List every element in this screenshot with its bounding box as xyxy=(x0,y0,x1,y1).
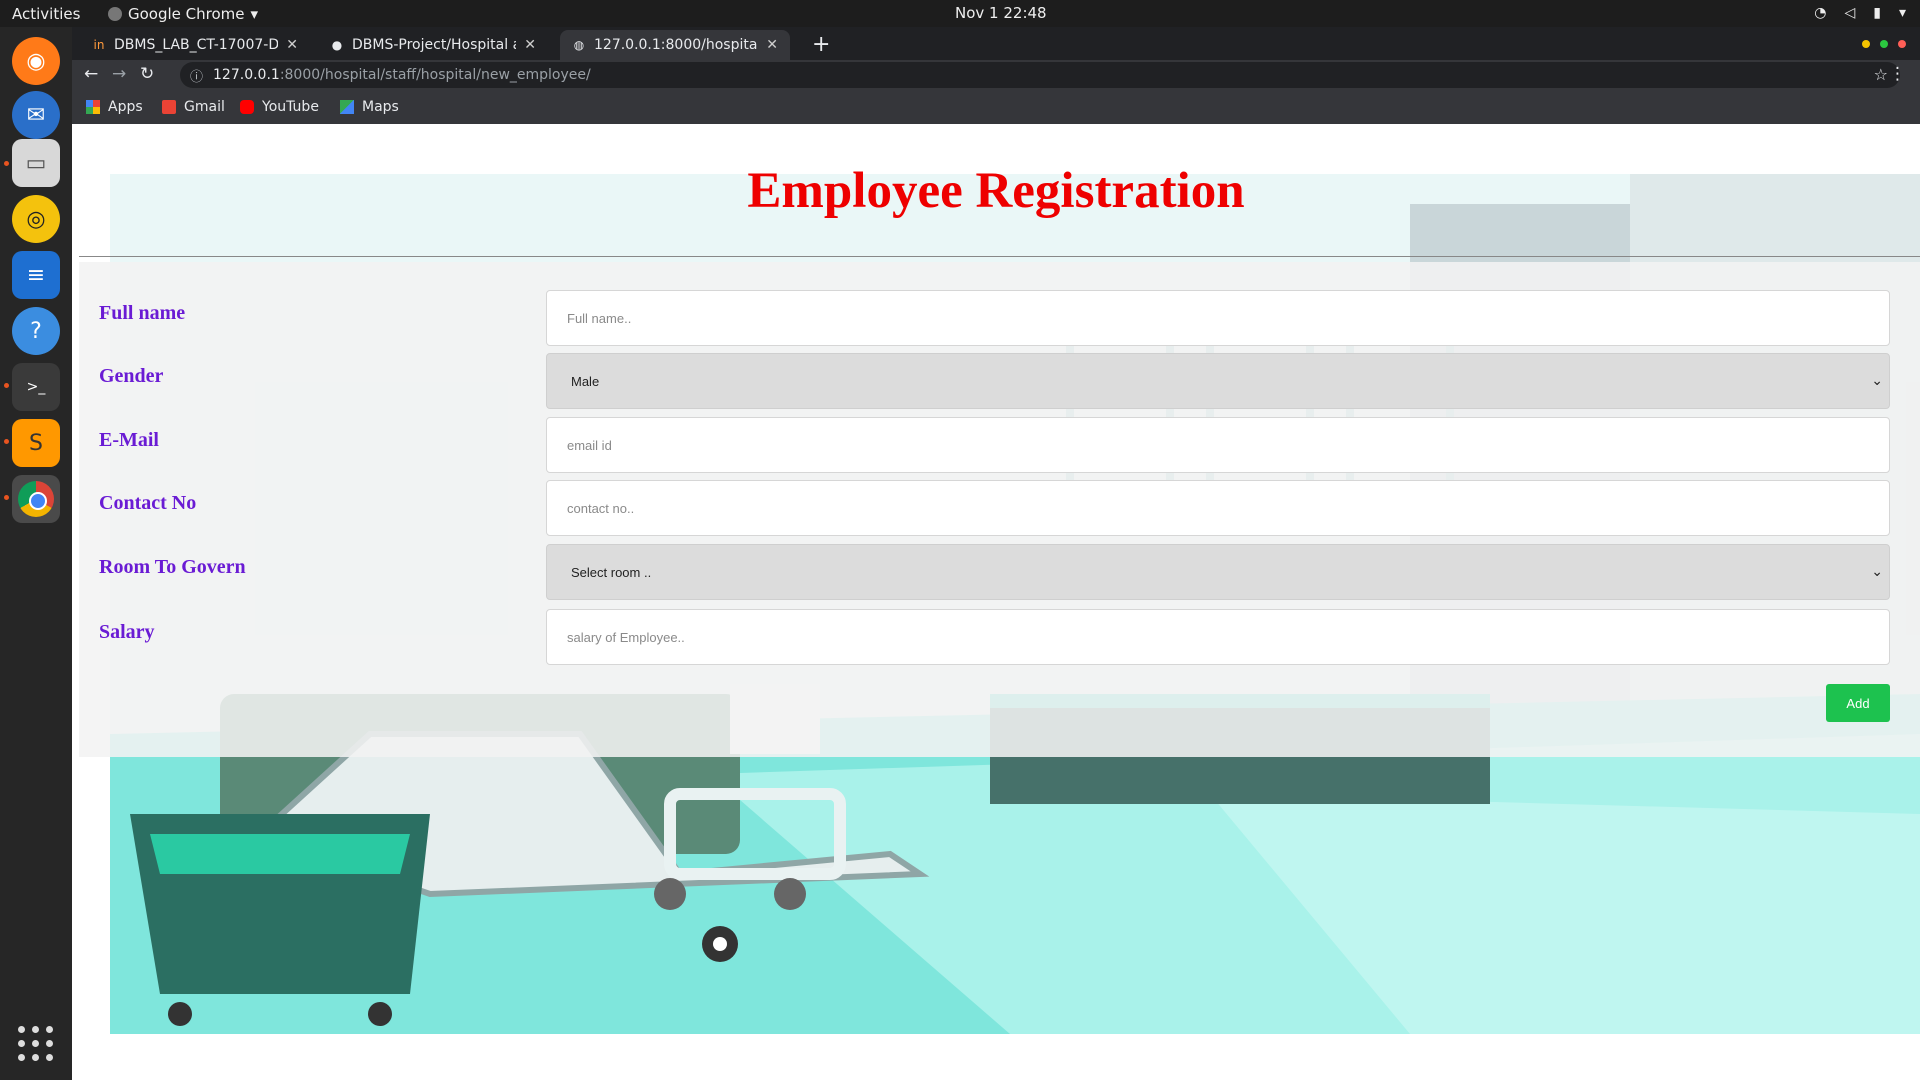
form-row-gender: Gender Male ⌄ xyxy=(79,353,1920,409)
close-icon[interactable]: ✕ xyxy=(286,37,298,53)
caret-down-icon: ▾ xyxy=(250,5,259,23)
full-name-input[interactable] xyxy=(546,290,1890,346)
tab-dbms-lab[interactable]: in DBMS_LAB_CT-17007-DIV ✕ xyxy=(80,30,310,60)
forward-arrow-icon[interactable]: → xyxy=(112,64,126,84)
gender-selected-value: Male xyxy=(571,373,600,389)
wifi-icon: ◔ xyxy=(1814,5,1827,21)
salary-input[interactable] xyxy=(546,609,1890,665)
system-tray[interactable]: ◔ ◁ ▮ ▾ xyxy=(1814,5,1906,21)
bookmark-label: Maps xyxy=(362,99,399,115)
bookmark-maps[interactable]: Maps xyxy=(340,99,399,115)
close-window-button[interactable] xyxy=(1898,40,1906,48)
form-row-room: Room To Govern Select room .. ⌄ xyxy=(79,544,1920,600)
show-applications-icon[interactable] xyxy=(18,1026,54,1062)
reload-icon[interactable]: ↻ xyxy=(140,64,154,84)
app-name: Google Chrome xyxy=(128,5,245,23)
youtube-icon xyxy=(240,100,254,114)
volume-icon: ◁ xyxy=(1844,5,1856,21)
room-label: Room To Govern xyxy=(99,556,246,578)
writer-icon[interactable]: ≡ xyxy=(12,251,60,299)
bookmark-gmail[interactable]: Gmail xyxy=(162,99,225,115)
page-title: Employee Registration xyxy=(747,163,1245,219)
url-host: 127.0.0.1 xyxy=(213,67,280,83)
sublime-text-icon[interactable]: S xyxy=(12,419,60,467)
bookmark-label: Apps xyxy=(108,99,143,115)
form-row-salary: Salary xyxy=(79,609,1920,665)
tab-strip: in DBMS_LAB_CT-17007-DIV ✕ ● DBMS-Projec… xyxy=(72,27,1920,60)
activities-button[interactable]: Activities xyxy=(12,5,80,23)
contact-label: Contact No xyxy=(99,492,197,514)
thunderbird-icon[interactable]: ✉ xyxy=(12,91,60,139)
url-path: :8000/hospital/staff/hospital/new_employ… xyxy=(279,67,591,83)
employee-registration-form: Full name Gender Male ⌄ E-Mail Contact N… xyxy=(79,262,1920,757)
running-indicator xyxy=(4,495,9,500)
more-menu-icon[interactable]: ⋮ xyxy=(1889,64,1906,84)
maximize-button[interactable] xyxy=(1880,40,1888,48)
running-indicator xyxy=(4,439,9,444)
minimize-button[interactable] xyxy=(1862,40,1870,48)
add-button[interactable]: Add xyxy=(1826,684,1890,722)
form-row-full-name: Full name xyxy=(79,290,1920,346)
chevron-down-icon: ⌄ xyxy=(1871,563,1883,579)
tab-title: DBMS-Project/Hospital at xyxy=(352,37,517,53)
back-arrow-icon[interactable]: ← xyxy=(84,64,98,84)
bookmark-label: Gmail xyxy=(184,99,225,115)
address-bar[interactable]: ⓘ 127.0.0.1:8000/hospital/staff/hospital… xyxy=(180,62,1900,88)
new-tab-plus-icon[interactable]: + xyxy=(812,32,830,57)
tab-title: DBMS_LAB_CT-17007-DIV xyxy=(114,37,279,53)
bookmark-youtube[interactable]: YouTube xyxy=(240,99,319,115)
room-select[interactable]: Select room .. ⌄ xyxy=(546,544,1890,600)
bookmark-star-icon[interactable]: ☆ xyxy=(1874,65,1888,84)
help-icon[interactable]: ? xyxy=(12,307,60,355)
page-viewport: Employee Registration Full name Gender M… xyxy=(72,124,1920,1080)
app-menu[interactable]: Google Chrome ▾ xyxy=(108,5,258,23)
form-row-email: E-Mail xyxy=(79,417,1920,473)
close-icon[interactable]: ✕ xyxy=(524,37,536,53)
running-indicator xyxy=(4,383,9,388)
battery-icon: ▮ xyxy=(1873,5,1881,21)
chrome-dock-icon[interactable] xyxy=(12,475,60,523)
firefox-icon[interactable]: ◉ xyxy=(12,37,60,85)
title-divider xyxy=(79,256,1920,257)
browser-toolbar: ← → ↻ ⓘ 127.0.0.1:8000/hospital/staff/ho… xyxy=(72,60,1920,91)
contact-input[interactable] xyxy=(546,480,1890,536)
github-icon: ● xyxy=(331,38,343,52)
chrome-app-icon xyxy=(108,7,122,21)
form-row-contact: Contact No xyxy=(79,480,1920,536)
clock[interactable]: Nov 1 22:48 xyxy=(955,4,1047,22)
email-label: E-Mail xyxy=(99,429,159,451)
chevron-down-icon: ⌄ xyxy=(1871,372,1883,388)
full-name-label: Full name xyxy=(99,302,186,324)
terminal-icon[interactable]: >_ xyxy=(12,363,60,411)
room-selected-value: Select room .. xyxy=(571,564,652,580)
email-input[interactable] xyxy=(546,417,1890,473)
power-menu-icon: ▾ xyxy=(1898,5,1906,21)
dock: ◉ ✉ ▭ ◎ ≡ ? >_ S xyxy=(0,27,72,1080)
running-indicator xyxy=(4,161,9,166)
gmail-icon xyxy=(162,100,176,114)
close-icon[interactable]: ✕ xyxy=(766,37,778,53)
tab-title: 127.0.0.1:8000/hospital/st xyxy=(594,37,758,53)
tab-dbms-project[interactable]: ● DBMS-Project/Hospital at ✕ xyxy=(318,30,548,60)
gender-select[interactable]: Male ⌄ xyxy=(546,353,1890,409)
system-top-bar: Activities Google Chrome ▾ Nov 1 22:48 ◔… xyxy=(0,0,1920,27)
tab-localhost[interactable]: ◍ 127.0.0.1:8000/hospital/st ✕ xyxy=(560,30,790,60)
apps-grid-icon xyxy=(86,100,100,114)
globe-icon: ◍ xyxy=(573,38,585,52)
maps-icon xyxy=(340,100,354,114)
files-icon[interactable]: ▭ xyxy=(12,139,60,187)
bookmarks-bar: Apps Gmail YouTube Maps xyxy=(72,91,1920,125)
salary-label: Salary xyxy=(99,621,155,643)
site-info-icon[interactable]: ⓘ xyxy=(190,66,203,85)
window-controls xyxy=(1862,40,1906,48)
rhythmbox-icon[interactable]: ◎ xyxy=(12,195,60,243)
browser-window: in DBMS_LAB_CT-17007-DIV ✕ ● DBMS-Projec… xyxy=(72,27,1920,1080)
gender-label: Gender xyxy=(99,365,164,387)
bookmark-label: YouTube xyxy=(262,99,319,115)
bookmark-apps[interactable]: Apps xyxy=(86,99,143,115)
tab-favicon-icon: in xyxy=(93,38,105,52)
